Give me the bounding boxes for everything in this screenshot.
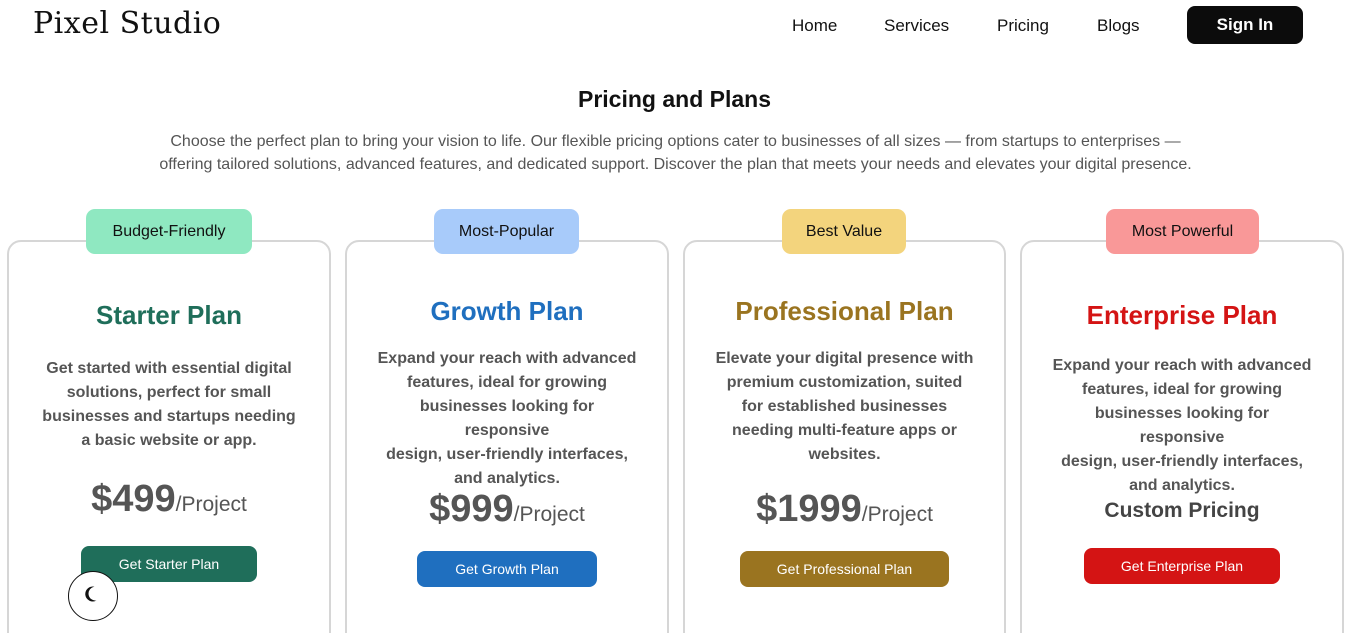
nav-home[interactable]: Home <box>792 16 837 36</box>
price-amount: $499 <box>91 478 176 520</box>
nav-services[interactable]: Services <box>884 16 949 36</box>
price-unit: /Project <box>175 493 247 516</box>
badge-most-powerful: Most Powerful <box>1106 209 1259 254</box>
plan-description: Expand your reach with advanced features… <box>1052 354 1312 498</box>
desc-line: premium customization, suited <box>726 374 963 391</box>
price-amount: $1999 <box>756 488 862 530</box>
plan-card-starter: Starter Plan Get started with essential … <box>7 240 331 633</box>
plan-card-growth: Growth Plan Expand your reach with advan… <box>345 240 669 633</box>
plan-description: Expand your reach with advanced features… <box>377 347 637 491</box>
desc-line: Expand your reach with advanced <box>1052 357 1312 374</box>
desc-line: Expand your reach with advanced <box>377 350 637 367</box>
plan-description: Get started with essential digital solut… <box>39 357 299 453</box>
price-unit: /Project <box>513 503 585 526</box>
desc-line: needing multi-feature apps or <box>732 422 957 439</box>
desc-line: for established businesses <box>741 398 948 415</box>
plan-price: $1999/Project <box>685 488 1004 531</box>
desc-line: design, user-friendly interfaces, <box>386 446 628 463</box>
plan-name: Professional Plan <box>735 296 954 326</box>
plan-name: Enterprise Plan <box>1086 300 1278 330</box>
plan-price: $999/Project <box>347 488 667 531</box>
get-growth-plan-button[interactable]: Get Growth Plan <box>417 551 597 587</box>
moon-icon <box>83 584 103 609</box>
desc-line: websites. <box>808 446 881 463</box>
logo[interactable]: Pixel Studio <box>33 6 221 41</box>
plan-name: Growth Plan <box>430 296 584 326</box>
plan-price: $499/Project <box>9 478 329 521</box>
plan-name: Starter Plan <box>96 300 242 330</box>
intro-text: Choose the perfect plan to bring your vi… <box>120 130 1231 176</box>
desc-line: features, ideal for growing <box>406 374 608 391</box>
plan-card-professional: Professional Plan Elevate your digital p… <box>683 240 1006 633</box>
price-amount: $999 <box>429 488 514 530</box>
plan-card-enterprise: Enterprise Plan Expand your reach with a… <box>1020 240 1344 633</box>
badge-most-popular: Most-Popular <box>434 209 579 254</box>
sign-in-button[interactable]: Sign In <box>1187 6 1303 44</box>
get-enterprise-plan-button[interactable]: Get Enterprise Plan <box>1084 548 1280 584</box>
badge-best-value: Best Value <box>782 209 906 254</box>
desc-line: Elevate your digital presence with <box>715 350 974 367</box>
page-title: Pricing and Plans <box>578 86 771 112</box>
intro-line: Choose the perfect plan to bring your vi… <box>170 133 1181 150</box>
custom-pricing: Custom Pricing <box>1104 499 1260 522</box>
nav-pricing[interactable]: Pricing <box>997 16 1049 36</box>
desc-line: design, user-friendly interfaces, <box>1061 453 1303 470</box>
desc-line: Get started with essential digital <box>46 360 292 377</box>
desc-line: businesses and startups needing <box>42 408 296 425</box>
badge-budget-friendly: Budget-Friendly <box>86 209 252 254</box>
intro-line: offering tailored solutions, advanced fe… <box>159 156 1192 173</box>
theme-toggle-button[interactable] <box>68 571 118 621</box>
top-nav: Pixel Studio Home Services Pricing Blogs… <box>0 0 1349 52</box>
desc-line: businesses looking for responsive <box>419 398 595 439</box>
plan-description: Elevate your digital presence with premi… <box>715 347 974 467</box>
price-unit: /Project <box>861 503 933 526</box>
desc-line: a basic website or app. <box>81 432 257 449</box>
desc-line: features, ideal for growing <box>1081 381 1283 398</box>
get-professional-plan-button[interactable]: Get Professional Plan <box>740 551 949 587</box>
desc-line: solutions, perfect for small <box>66 384 272 401</box>
desc-line: businesses looking for responsive <box>1094 405 1270 446</box>
desc-line: and analytics. <box>1129 477 1235 494</box>
nav-blogs[interactable]: Blogs <box>1097 16 1140 36</box>
